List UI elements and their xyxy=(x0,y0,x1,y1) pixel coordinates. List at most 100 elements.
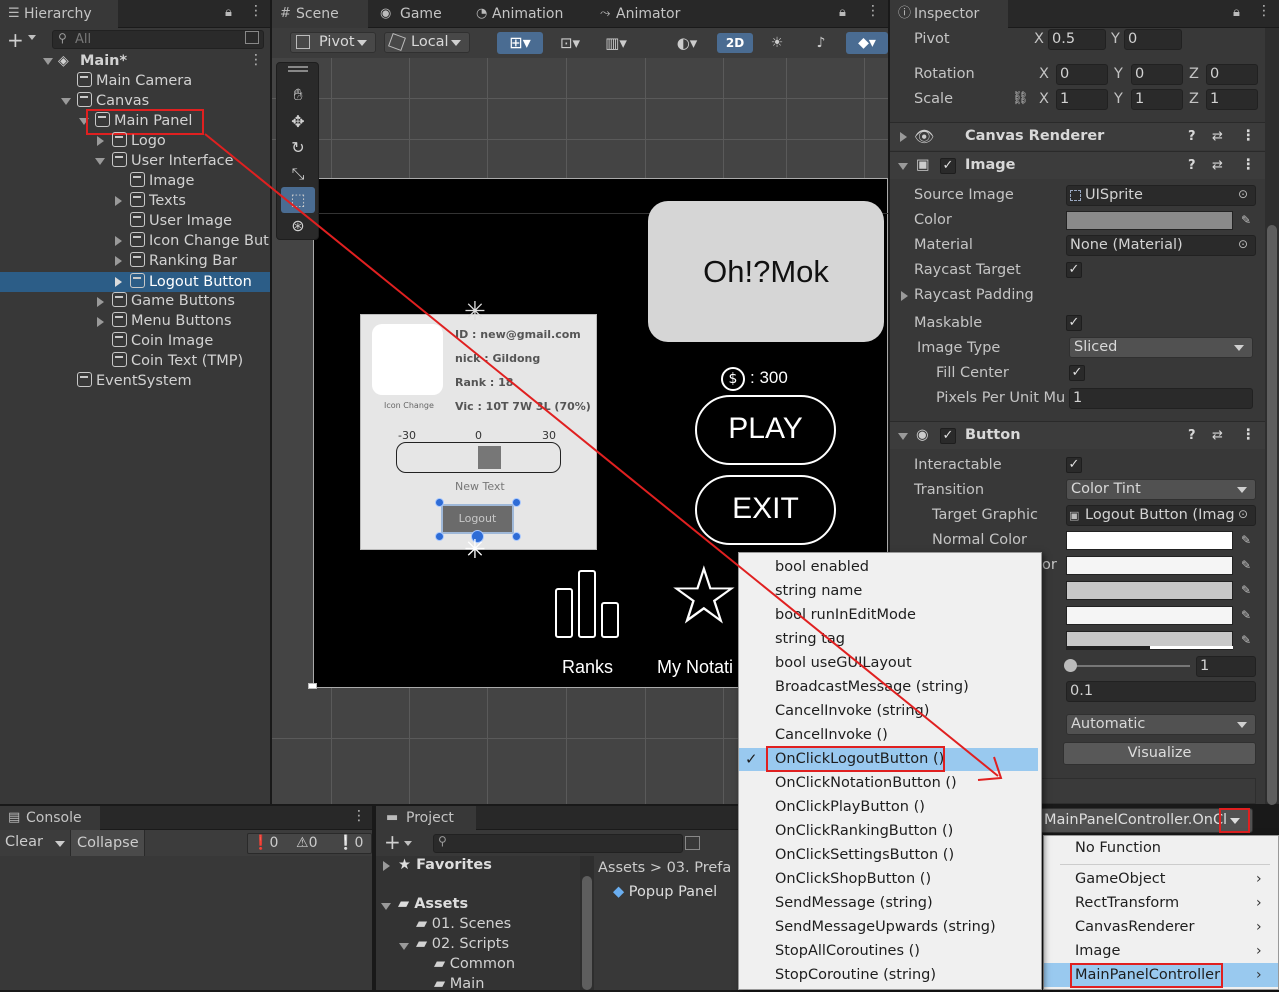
hierarchy-item-user-image[interactable]: User Image xyxy=(130,211,232,231)
hand-tool-icon[interactable]: ✋︎ xyxy=(280,82,316,108)
scale-x-field[interactable]: 1 xyxy=(1056,89,1108,110)
hierarchy-item-coin-image[interactable]: Coin Image xyxy=(112,331,213,351)
preset-icon[interactable]: ⇄ xyxy=(1212,152,1223,179)
preset-icon[interactable]: ⇄ xyxy=(1212,123,1223,150)
eyedropper-icon[interactable]: ✎ xyxy=(1237,581,1255,599)
menu-item[interactable]: CancelInvoke () xyxy=(775,723,888,747)
menu-item[interactable]: OnClickRankingButton () xyxy=(775,819,953,843)
user-image[interactable] xyxy=(372,324,443,395)
shading-mode-icon[interactable]: ◐▾ xyxy=(665,32,709,54)
scale-y-field[interactable]: 1 xyxy=(1131,89,1183,110)
color-multiplier-field[interactable]: 1 xyxy=(1196,656,1256,677)
lock-icon[interactable]: 🔒︎ xyxy=(1233,5,1240,20)
collapsed-arrow-icon[interactable] xyxy=(97,297,104,307)
menu-item[interactable]: BroadcastMessage (string) xyxy=(775,675,969,699)
collapsed-arrow-icon[interactable] xyxy=(97,136,104,146)
object-picker-icon[interactable]: ⊙ xyxy=(1238,507,1248,521)
expand-arrow-icon[interactable] xyxy=(381,903,391,910)
button-header[interactable]: ◉ ✓ Button ? ⇄ ⋮ xyxy=(890,421,1265,449)
canvas-renderer-header[interactable]: 👁︎ Canvas Renderer ? ⇄ ⋮ xyxy=(890,122,1265,150)
effects-icon[interactable]: ◆▾ xyxy=(846,32,888,54)
pivot-x-field[interactable]: 0.5 xyxy=(1048,29,1106,50)
rect-handle[interactable] xyxy=(512,498,521,507)
favorites-item[interactable]: ★ Favorites xyxy=(398,857,492,873)
collapsed-arrow-icon[interactable] xyxy=(901,291,908,301)
lock-icon[interactable]: 🔒︎ xyxy=(225,5,232,20)
expand-arrow-icon[interactable] xyxy=(61,98,71,105)
menu-item[interactable]: OnClickNotationButton () xyxy=(775,771,957,795)
submenu-item[interactable]: Image xyxy=(1075,939,1120,963)
submenu-item[interactable]: RectTransform xyxy=(1075,891,1179,915)
target-graphic-field[interactable]: Logout Button (Imag xyxy=(1066,505,1256,526)
collapsed-arrow-icon[interactable] xyxy=(115,277,122,287)
submenu-item[interactable]: GameObject xyxy=(1075,867,1165,891)
star-icon[interactable]: ☆ xyxy=(668,556,740,636)
rotate-tool-icon[interactable]: ↻ xyxy=(280,135,316,161)
expand-arrow-icon[interactable] xyxy=(399,943,409,950)
assets-folder[interactable]: ▰ Assets xyxy=(398,896,468,912)
hierarchy-item-icon-change[interactable]: Icon Change But xyxy=(130,231,270,251)
eyedropper-icon[interactable]: ✎ xyxy=(1237,606,1255,624)
hierarchy-item-game-buttons[interactable]: Game Buttons xyxy=(112,291,235,311)
collapsed-arrow-icon[interactable] xyxy=(115,236,122,246)
lighting-icon[interactable]: ☀ xyxy=(762,32,792,54)
hierarchy-item-logo[interactable]: Logo xyxy=(112,131,166,151)
tab-game[interactable]: ◉ Game xyxy=(372,0,467,28)
more-icon[interactable]: ⋮ xyxy=(1257,3,1271,19)
more-icon[interactable]: ⋮ xyxy=(1241,123,1256,150)
menu-item[interactable]: string name xyxy=(775,579,862,603)
submenu-item[interactable]: No Function xyxy=(1075,836,1161,860)
more-icon[interactable]: ⋮ xyxy=(1241,422,1256,449)
image-header[interactable]: ▣ ✓ Image ? ⇄ ⋮ xyxy=(890,151,1265,179)
menu-item[interactable]: string tag xyxy=(775,627,845,651)
rect-handle[interactable] xyxy=(435,498,444,507)
rect-tool-icon[interactable]: ⬚ xyxy=(281,187,315,213)
scale-z-field[interactable]: 1 xyxy=(1206,89,1258,110)
fade-duration-field[interactable]: 0.1 xyxy=(1066,681,1256,702)
pivot-y-field[interactable]: 0 xyxy=(1124,29,1182,50)
menu-item[interactable]: OnClickPlayButton () xyxy=(775,795,925,819)
collapsed-arrow-icon[interactable] xyxy=(383,861,390,871)
scrollbar-thumb[interactable] xyxy=(1267,225,1277,805)
button-enabled-checkbox[interactable]: ✓ xyxy=(940,428,956,444)
clear-button[interactable]: Clear xyxy=(5,834,43,850)
scene-search-icon[interactable] xyxy=(245,31,259,44)
grid-snap-icon[interactable]: ⊞▾ xyxy=(497,32,543,54)
info-icon[interactable]: ❕0 xyxy=(337,835,363,851)
image-enabled-checkbox[interactable]: ✓ xyxy=(940,158,956,174)
hierarchy-item-user-interface[interactable]: User Interface xyxy=(112,151,234,171)
menu-item[interactable]: OnClickSettingsButton () xyxy=(775,843,954,867)
eyedropper-icon[interactable]: ✎ xyxy=(1237,531,1255,549)
chevron-down-icon[interactable] xyxy=(28,35,36,40)
snap-increment-icon[interactable]: ⊡▾ xyxy=(550,32,590,54)
scale-tool-icon[interactable]: ⤡ xyxy=(280,161,316,187)
chevron-down-icon[interactable] xyxy=(55,841,65,847)
menu-item[interactable]: bool useGUILayout xyxy=(775,651,912,675)
ranking-bar-handle[interactable] xyxy=(478,446,501,469)
menu-item[interactable]: CancelInvoke (string) xyxy=(775,699,929,723)
highlighted-color-swatch[interactable] xyxy=(1066,556,1233,575)
submenu-item[interactable]: CanvasRenderer xyxy=(1075,915,1194,939)
normal-color-swatch[interactable] xyxy=(1066,531,1233,550)
hierarchy-item-ranking-bar[interactable]: Ranking Bar xyxy=(130,251,237,271)
maskable-checkbox[interactable]: ✓ xyxy=(1066,315,1082,331)
hierarchy-item-main-camera[interactable]: Main Camera xyxy=(77,71,192,91)
menu-item[interactable]: bool enabled xyxy=(775,555,869,579)
hierarchy-item-coin-text[interactable]: Coin Text (TMP) xyxy=(112,351,243,371)
eyedropper-icon[interactable]: ✎ xyxy=(1237,556,1255,574)
selected-color-swatch[interactable] xyxy=(1066,606,1233,625)
hierarchy-item-texts[interactable]: Texts xyxy=(130,191,186,211)
collapsed-arrow-icon[interactable] xyxy=(115,256,122,266)
tab-animation[interactable]: ◔ Animation xyxy=(468,0,588,28)
tab-inspector[interactable]: ⓘ Inspector xyxy=(890,0,1008,28)
rect-handle[interactable] xyxy=(512,532,521,541)
color-swatch[interactable] xyxy=(1066,211,1233,230)
rotation-z-field[interactable]: 0 xyxy=(1206,64,1258,85)
lock-icon[interactable]: 🔒︎ xyxy=(839,5,846,20)
raycast-padding-label[interactable]: Raycast Padding xyxy=(914,287,1034,303)
chevron-down-icon[interactable] xyxy=(404,841,412,846)
eyedropper-icon[interactable]: ✎ xyxy=(1237,631,1255,649)
fill-center-checkbox[interactable]: ✓ xyxy=(1069,365,1085,381)
rotation-x-field[interactable]: 0 xyxy=(1056,64,1108,85)
menu-item[interactable]: SendMessage (string) xyxy=(775,891,933,915)
